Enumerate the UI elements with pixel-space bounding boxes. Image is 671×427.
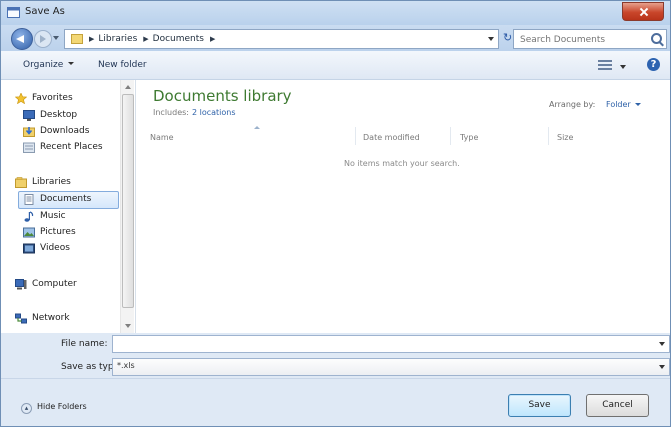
nav-desktop[interactable]: Desktop	[23, 108, 77, 122]
breadcrumb-documents[interactable]: Documents	[153, 34, 204, 44]
nav-music-label: Music	[40, 211, 66, 221]
nav-music[interactable]: Music	[23, 209, 66, 223]
pictures-icon	[23, 227, 35, 237]
network-icon	[15, 313, 27, 323]
breadcrumb-chevron-icon[interactable]: ▶	[210, 35, 215, 43]
save-as-type-value: *.xls	[117, 361, 135, 370]
column-divider[interactable]	[450, 127, 451, 145]
nav-downloads-label: Downloads	[40, 126, 90, 136]
file-name-chevron-down-icon[interactable]	[659, 342, 665, 346]
nav-recent-places-label: Recent Places	[40, 142, 103, 152]
nav-network-label: Network	[32, 313, 70, 323]
address-bar[interactable]: ▶ Libraries ▶ Documents ▶	[64, 29, 499, 49]
save-as-type-row: Save as type: *.xls	[1, 358, 670, 378]
sort-chevron-up-icon	[254, 126, 260, 129]
scroll-down-arrow-icon[interactable]	[125, 324, 131, 328]
recent-places-icon	[23, 142, 35, 153]
organize-button[interactable]: Organize	[23, 60, 74, 70]
file-list-pane: Documents library Includes: 2 locations A…	[136, 80, 670, 333]
save-as-window-icon	[7, 7, 20, 18]
nav-videos[interactable]: Videos	[23, 241, 70, 255]
nav-documents[interactable]: Documents	[23, 192, 91, 206]
nav-libraries-label: Libraries	[32, 177, 71, 187]
file-name-label: File name:	[61, 339, 108, 349]
recent-pages-chevron-down-icon[interactable]	[53, 36, 59, 40]
nav-pictures-label: Pictures	[40, 227, 76, 237]
search-input[interactable]	[518, 32, 650, 47]
save-as-type-chevron-down-icon[interactable]	[659, 365, 665, 369]
save-as-dialog: Save As ▶ Libraries ▶ Documents ▶ ↻ Orga…	[0, 0, 671, 427]
nav-recent-places[interactable]: Recent Places	[23, 140, 103, 154]
column-header-size[interactable]: Size	[557, 133, 573, 142]
includes-label: Includes:	[153, 108, 189, 117]
column-header-type[interactable]: Type	[460, 133, 478, 142]
navigation-bar: ▶ Libraries ▶ Documents ▶ ↻	[1, 25, 670, 51]
save-as-type-select[interactable]: *.xls	[112, 358, 670, 376]
library-includes: Includes: 2 locations	[153, 108, 236, 117]
command-toolbar: Organize New folder ?	[1, 51, 670, 80]
file-name-field[interactable]	[112, 335, 670, 353]
new-folder-button[interactable]: New folder	[98, 60, 147, 70]
nav-libraries[interactable]: Libraries	[15, 175, 71, 189]
hide-folders-button[interactable]: Hide Folders	[21, 402, 87, 414]
address-history-chevron-down-icon[interactable]	[488, 37, 494, 41]
window-title: Save As	[25, 6, 65, 17]
breadcrumb-chevron-icon[interactable]: ▶	[143, 35, 148, 43]
back-arrow-icon[interactable]	[11, 28, 33, 50]
computer-icon	[15, 278, 27, 289]
save-button[interactable]: Save	[508, 394, 571, 417]
libraries-icon	[15, 176, 27, 188]
search-box[interactable]	[513, 29, 667, 49]
star-icon	[15, 92, 27, 104]
file-name-row: File name:	[1, 335, 670, 355]
arrange-by-dropdown[interactable]: Folder	[606, 100, 641, 109]
desktop-icon	[23, 109, 35, 121]
scrollbar-thumb[interactable]	[122, 94, 134, 308]
downloads-icon	[23, 126, 35, 137]
nav-scrollbar[interactable]	[120, 80, 134, 333]
dialog-footer: Hide Folders Save Cancel	[1, 378, 670, 426]
nav-computer-label: Computer	[32, 279, 77, 289]
nav-network[interactable]: Network	[15, 311, 70, 325]
column-divider[interactable]	[548, 127, 549, 145]
change-view-icon[interactable]	[598, 60, 612, 70]
navigation-pane: Favorites Desktop Downloads Recent Place…	[1, 80, 136, 333]
videos-icon	[23, 243, 35, 253]
nav-documents-label: Documents	[40, 194, 92, 204]
nav-favorites-label: Favorites	[32, 93, 73, 103]
documents-icon	[24, 193, 34, 205]
close-button[interactable]	[622, 2, 664, 21]
help-icon[interactable]: ?	[647, 58, 660, 71]
view-options-chevron-down-icon[interactable]	[620, 65, 626, 69]
scroll-up-arrow-icon[interactable]	[125, 85, 131, 89]
column-divider[interactable]	[355, 127, 356, 145]
empty-list-message: No items match your search.	[344, 159, 460, 168]
column-header-name[interactable]: Name	[150, 133, 174, 142]
title-bar[interactable]: Save As	[1, 1, 670, 25]
arrange-by-label: Arrange by:	[549, 100, 596, 109]
music-icon	[24, 210, 34, 222]
forward-arrow-icon[interactable]	[34, 30, 52, 48]
nav-desktop-label: Desktop	[40, 110, 78, 120]
nav-downloads[interactable]: Downloads	[23, 124, 89, 138]
cancel-button[interactable]: Cancel	[586, 394, 649, 417]
search-icon[interactable]	[651, 33, 662, 44]
locations-link[interactable]: 2 locations	[192, 108, 236, 117]
breadcrumb-libraries[interactable]: Libraries	[98, 34, 137, 44]
library-title: Documents library	[153, 87, 292, 105]
nav-pictures[interactable]: Pictures	[23, 225, 76, 239]
column-header-date-modified[interactable]: Date modified	[363, 133, 420, 142]
nav-favorites[interactable]: Favorites	[15, 91, 73, 105]
breadcrumb-chevron-icon[interactable]: ▶	[89, 35, 94, 43]
nav-computer[interactable]: Computer	[15, 277, 77, 291]
nav-videos-label: Videos	[40, 243, 70, 253]
folder-icon	[71, 34, 83, 44]
